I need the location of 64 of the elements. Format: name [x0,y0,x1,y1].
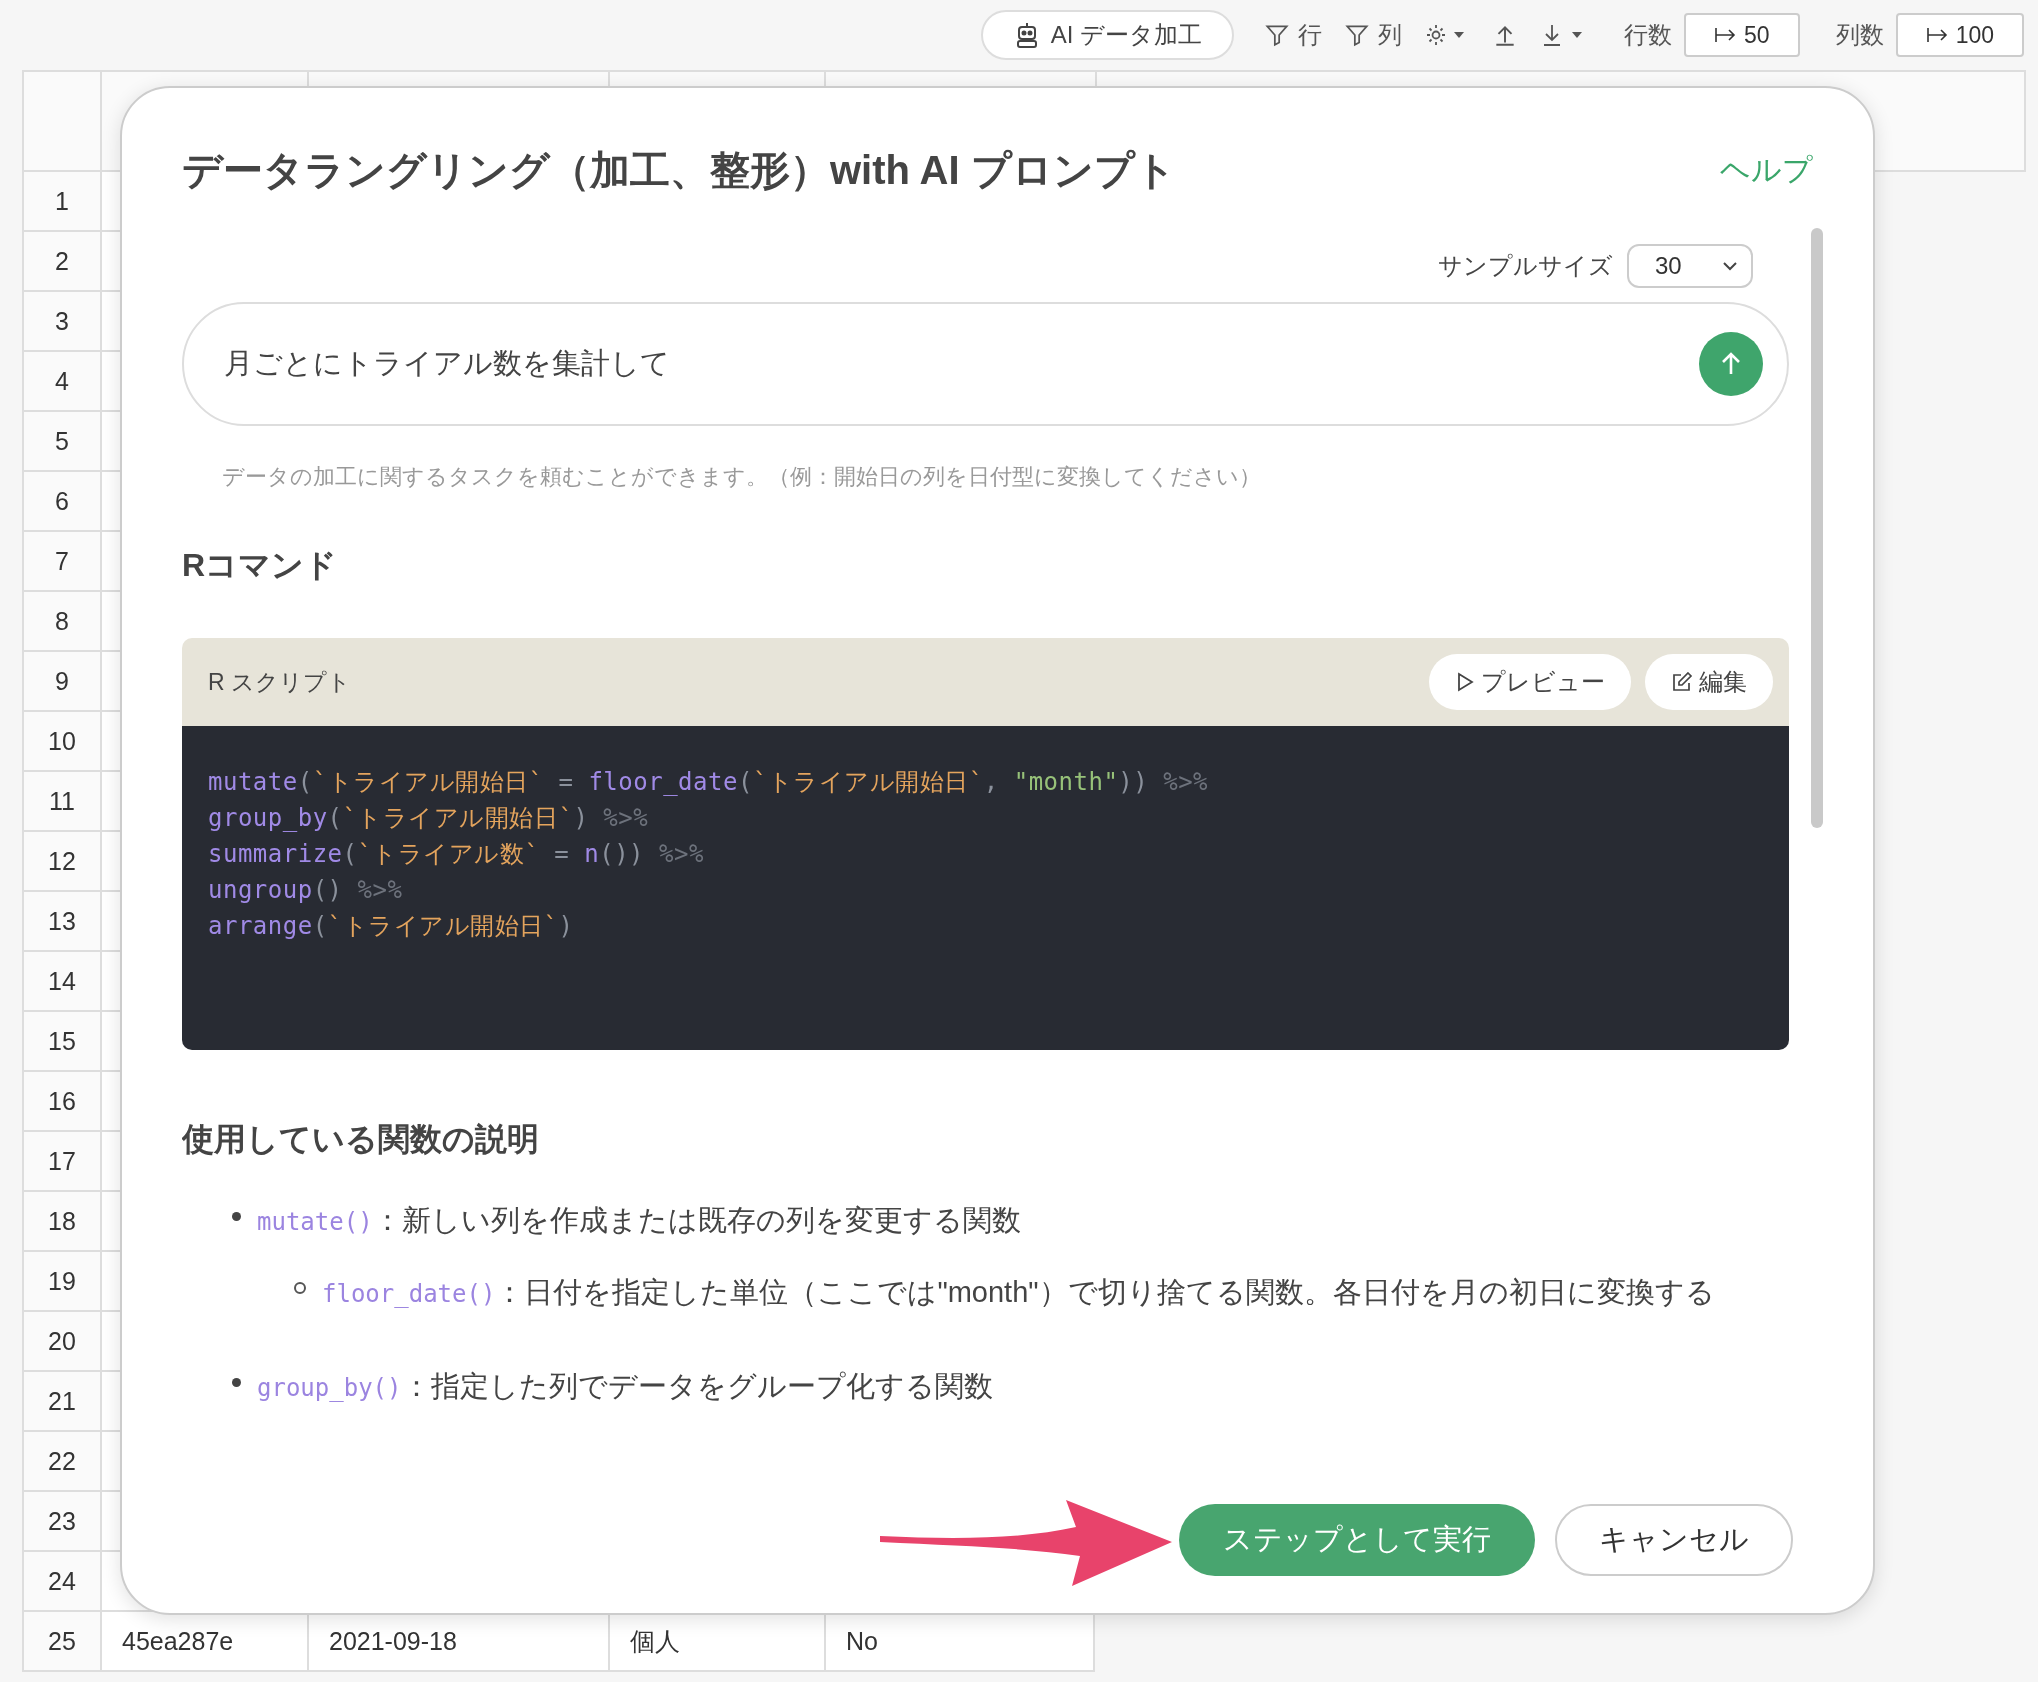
table-cell: 個人 [608,1612,824,1672]
script-title: R スクリプト [208,667,351,697]
code-line: group_by(`トライアル開始日`) %>% [208,803,650,834]
bullet-icon [232,1378,241,1387]
hint-text: データの加工に関するタスクを頼むことができます。（例：開始日の列を日付型に変換してください） [222,463,1262,491]
row-number: 7 [22,532,100,592]
row-filter-button[interactable]: 行 [1264,19,1323,51]
row-number: 10 [22,712,100,772]
row-number: 17 [22,1132,100,1192]
column-filter-button[interactable]: 列 [1344,19,1403,51]
row-number: 4 [22,352,100,412]
function-description: group_by()：指定した列でデータをグループ化する関数 [257,1369,993,1404]
bullet-icon [232,1212,241,1221]
column-count-field[interactable]: 100 [1895,13,2024,57]
bullet-icon [294,1282,306,1294]
row-number: 5 [22,412,100,472]
row-number: 3 [22,292,100,352]
row-number: 25 [22,1612,100,1672]
row-number: 2 [22,232,100,292]
row-number: 9 [22,652,100,712]
edit-icon [1671,671,1693,693]
chevron-icon [1721,260,1739,272]
row-number: 15 [22,1012,100,1072]
code-line: arrange(`トライアル開始日`) [208,911,575,942]
row-number: 16 [22,1072,100,1132]
table-cell: 45ea287e [100,1612,307,1672]
row-number: 13 [22,892,100,952]
row-number: 18 [22,1192,100,1252]
row-number: 20 [22,1312,100,1372]
arrow-to-icon [1925,26,1950,44]
row-number: 21 [22,1372,100,1432]
edit-button[interactable]: 編集 [1645,654,1773,710]
row-number: 24 [22,1552,100,1612]
cancel-button[interactable]: キャンセル [1555,1503,1793,1576]
row-number: 11 [22,772,100,832]
function-description: mutate()：新しい列を作成または既存の列を変更する関数 [257,1203,1021,1238]
row-number: 12 [22,832,100,892]
row-number: 23 [22,1492,100,1552]
code-line: ungroup() %>% [208,875,404,906]
sample-size-select[interactable]: 30 [1627,244,1753,288]
code-line: summarize(`トライアル数` = n()) %>% [208,839,705,870]
filter-icon [1344,22,1371,48]
row-number: 14 [22,952,100,1012]
preview-button[interactable]: プレビュー [1429,654,1631,710]
table-cell: No [824,1612,1095,1672]
ai-data-processing-button[interactable]: AI データ加工 [980,10,1235,60]
function-description: floor_date()：日付を指定した単位（ここでは"month"）で切り捨てる関数。各日付を月の初日に変換する [322,1275,1715,1310]
scrollbar-thumb[interactable] [1811,228,1823,828]
row-number: 8 [22,592,100,652]
row-number: 1 [22,172,100,232]
row-number: 22 [22,1432,100,1492]
row-count-label: 行数 [1624,20,1673,50]
play-icon [1455,671,1475,693]
section-heading: Rコマンド [182,546,339,585]
sample-size-label: サンプルサイズ [1438,251,1613,281]
code-line: mutate(`トライアル開始日` = floor_date(`トライアル開始日`, "month")) %>% [208,767,1210,798]
prompt-field[interactable]: 月ごとにトライアル数を集計して [182,302,1789,426]
row-number: 6 [22,472,100,532]
row-count-field[interactable]: 50 [1684,13,1800,57]
filter-icon [1264,22,1291,48]
column-count-label: 列数 [1835,20,1884,50]
table-cell: 2021-09-18 [307,1612,608,1672]
dialog-title: データラングリング（加工、整形）with AI プロンプト [182,146,1176,194]
row-number: 19 [22,1252,100,1312]
